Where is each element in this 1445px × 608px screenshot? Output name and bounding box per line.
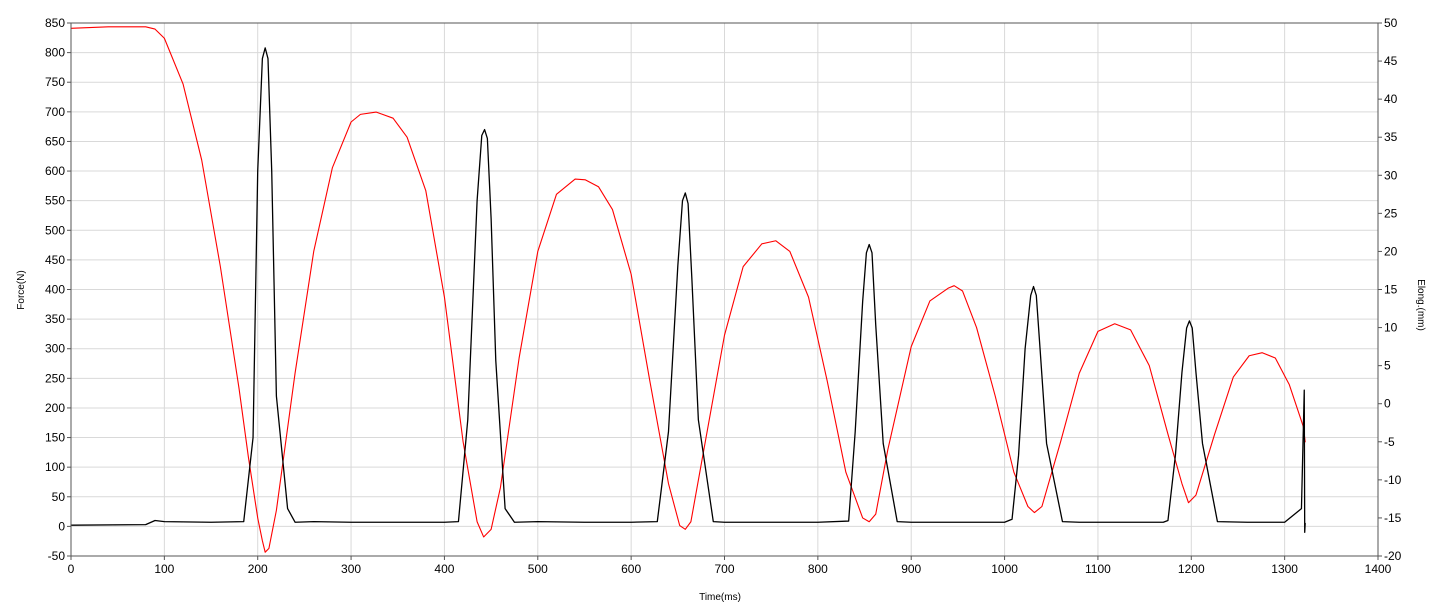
x-tick-label: 1000: [991, 562, 1018, 576]
y-tick-label: 800: [45, 46, 65, 60]
y2-tick-label: 35: [1384, 130, 1398, 144]
x-tick-label: 0: [68, 562, 75, 576]
y-tick-label: 600: [45, 164, 65, 178]
x-tick-label: 700: [714, 562, 734, 576]
force-elongation-chart: 0 100 200 300 400 500 600 700 800 900 1000 1100 1200…: [16, 16, 1426, 603]
x-tick-label: 1100: [1085, 562, 1111, 576]
x-tick-label: 500: [528, 562, 548, 576]
y-tick-label: 200: [45, 401, 65, 415]
y2-tick-label: 50: [1384, 16, 1398, 30]
y2-tick-label: 10: [1384, 321, 1398, 335]
y-tick-label: 850: [45, 16, 65, 30]
y-tick-label: 250: [45, 371, 65, 385]
x-tick-label: 600: [621, 562, 641, 576]
y2-tick-label: 45: [1384, 54, 1398, 68]
x-tick-label: 800: [808, 562, 828, 576]
x-tick-label: 1200: [1178, 562, 1205, 576]
y2-tick-label: -20: [1384, 549, 1402, 563]
y2-tick-label: 15: [1384, 283, 1398, 297]
y2-tick-label: 40: [1384, 92, 1398, 106]
y2-tick-label: 25: [1384, 206, 1398, 220]
y-tick-label: 350: [45, 312, 65, 326]
y-tick-label: 450: [45, 253, 65, 267]
y-tick-label: 50: [52, 490, 66, 504]
y-tick-label: -50: [48, 549, 66, 563]
y2-tick-label: 20: [1384, 244, 1398, 258]
y-tick-label: 0: [58, 519, 65, 533]
y-axis-ticks: -50 0 50 100 150 200 250 300 350 400 450 500 550 600 6…: [45, 16, 71, 563]
y2-axis-label: Elong.(mm): [1415, 279, 1426, 331]
x-axis-label: Time(ms): [699, 592, 741, 603]
y-tick-label: 500: [45, 223, 65, 237]
y-tick-label: 150: [45, 431, 65, 445]
x-tick-label: 100: [154, 562, 174, 576]
y2-tick-label: 5: [1384, 359, 1391, 373]
x-tick-label: 1300: [1271, 562, 1298, 576]
y2-tick-label: -10: [1384, 473, 1402, 487]
x-tick-label: 400: [434, 562, 454, 576]
y2-tick-label: -5: [1384, 435, 1395, 449]
x-tick-label: 300: [341, 562, 361, 576]
y-tick-label: 400: [45, 283, 65, 297]
x-tick-label: 200: [248, 562, 268, 576]
y-tick-label: 650: [45, 134, 65, 148]
y2-axis-ticks: -20 -15 -10 -5 0 5 10 15 20 25 30 35 40 45 50: [1378, 16, 1402, 563]
y-tick-label: 550: [45, 194, 65, 208]
x-tick-label: 1400: [1365, 562, 1392, 576]
x-axis-ticks: 0 100 200 300 400 500 600 700 800 900 1000 1100 1200…: [68, 556, 1392, 576]
y-axis-label: Force(N): [16, 270, 27, 309]
y-tick-label: 100: [45, 460, 65, 474]
y2-tick-label: 0: [1384, 397, 1391, 411]
y-tick-label: 750: [45, 75, 65, 89]
x-tick-label: 900: [901, 562, 921, 576]
y-tick-label: 300: [45, 342, 65, 356]
chart-container: 0 100 200 300 400 500 600 700 800 900 1000 1100 1200…: [0, 0, 1445, 608]
y2-tick-label: -15: [1384, 511, 1402, 525]
y2-tick-label: 30: [1384, 168, 1398, 182]
y-tick-label: 700: [45, 105, 65, 119]
